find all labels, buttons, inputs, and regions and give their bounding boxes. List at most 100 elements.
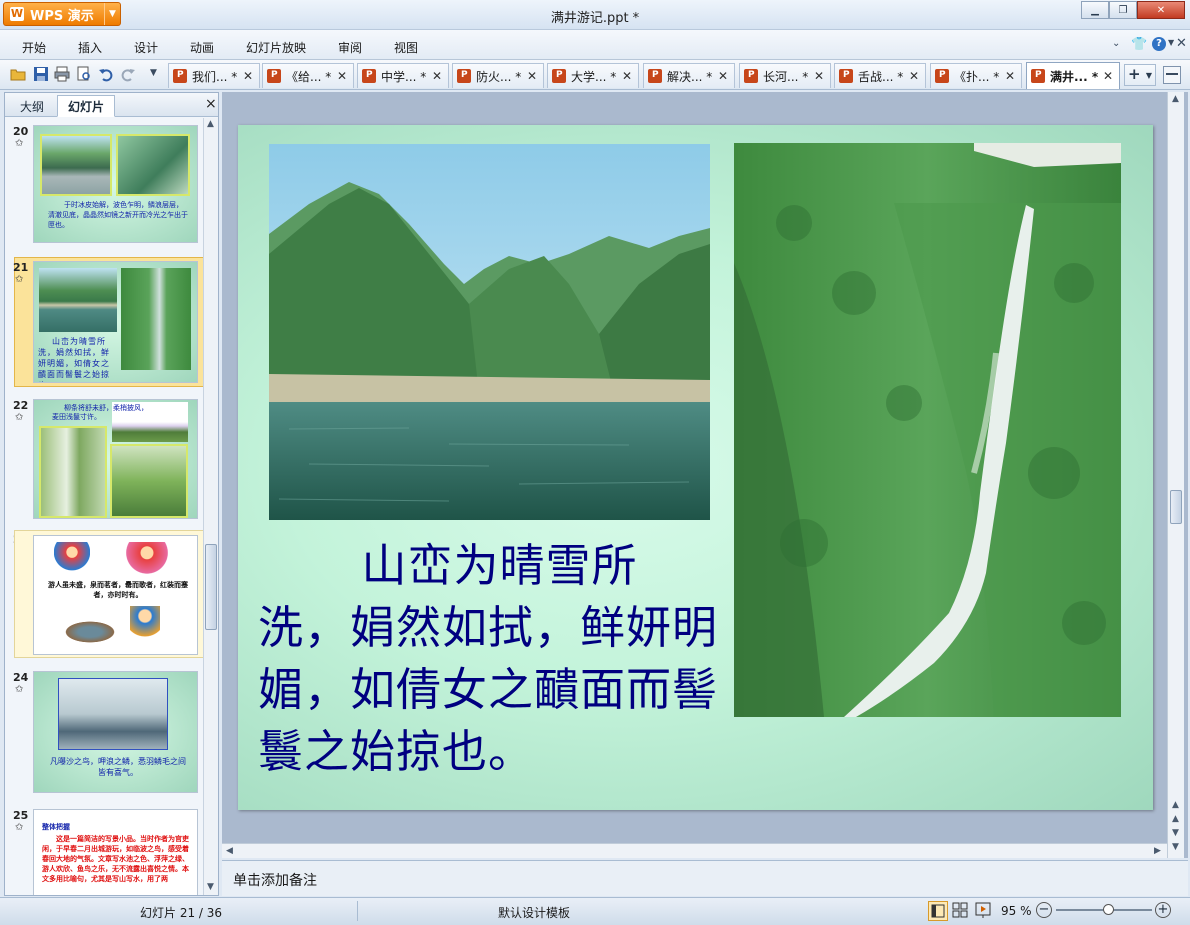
zoom-in-button[interactable]: + <box>1155 902 1171 918</box>
tab-outline[interactable]: 大纲 <box>9 95 55 117</box>
menu-review[interactable]: 审阅 <box>338 39 362 56</box>
normal-view-button[interactable] <box>928 901 948 921</box>
close-icon[interactable]: ✕ <box>814 69 824 83</box>
menu-icon <box>1166 73 1178 75</box>
scroll-right-icon[interactable]: ▶ <box>1154 846 1161 856</box>
doc-tab[interactable]: 中学... * ✕ <box>357 63 449 88</box>
menu-slideshow[interactable]: 幻灯片放映 <box>246 39 306 56</box>
doc-tab[interactable]: 舌战... * ✕ <box>834 63 926 88</box>
thumbnail-heading: 整体把握 <box>42 823 70 831</box>
slide-number: 21 <box>13 261 29 274</box>
scroll-up-icon[interactable]: ▲ <box>207 119 214 129</box>
doc-tab-label: 解决... * <box>667 69 713 84</box>
ppt-file-icon <box>744 69 758 83</box>
close-icon[interactable]: ✕ <box>909 69 919 83</box>
ppt-file-icon <box>1031 69 1045 83</box>
template-name[interactable]: 默认设计模板 <box>498 904 570 921</box>
scroll-down-icon[interactable]: ▼ <box>207 882 214 892</box>
notes-placeholder[interactable]: 单击添加备注 <box>233 870 317 890</box>
doc-tab[interactable]: 大学... * ✕ <box>547 63 639 88</box>
waterfall-photo[interactable] <box>734 143 1121 717</box>
close-icon[interactable]: ✕ <box>337 69 347 83</box>
zoom-out-button[interactable]: − <box>1036 902 1052 918</box>
menu-home[interactable]: 开始 <box>22 39 46 56</box>
ppt-file-icon <box>648 69 662 83</box>
doc-tab[interactable]: 长河... * ✕ <box>739 63 831 88</box>
help-dropdown-icon[interactable]: ▼ <box>1168 38 1174 47</box>
menu-view[interactable]: 视图 <box>394 39 418 56</box>
main-horizontal-scrollbar[interactable]: ◀ ▶ <box>222 843 1167 858</box>
minimize-button[interactable]: ▁ <box>1081 1 1109 19</box>
animation-star-icon: ✩ <box>15 138 24 149</box>
menu-animation[interactable]: 动画 <box>190 39 214 56</box>
thumbnail-scrollbar[interactable]: ▲ ▼ <box>203 118 218 895</box>
new-tab-button[interactable]: + ▼ <box>1124 64 1156 86</box>
print-icon[interactable] <box>54 66 70 82</box>
redo-icon[interactable] <box>120 66 136 82</box>
status-bar: 幻灯片 21 / 36 默认设计模板 95 % − + <box>0 897 1190 925</box>
tab-list-button[interactable] <box>1163 66 1181 84</box>
plus-icon: + <box>1128 65 1141 83</box>
open-folder-icon[interactable] <box>10 66 26 82</box>
mountain-lake-photo[interactable] <box>269 144 710 520</box>
help-icon[interactable]: ? <box>1152 37 1166 51</box>
thumbnail-text: 山峦为晴雪所洗，娟然如拭，鲜妍明媚，如倩女之靧面而髻鬟之始掠也。 <box>38 337 110 382</box>
slide-thumbnail[interactable]: 整体把握 这是一篇简洁的写景小品。当时作者为官吏闲，于早春二月出城游玩，如临波之… <box>33 809 198 895</box>
print-preview-icon[interactable] <box>76 66 92 82</box>
doc-tab-label: 满井... * <box>1050 69 1099 84</box>
title-bar: W WPS 演示 ▼ 满井游记.ppt * ▁ ❐ ✕ <box>0 0 1190 30</box>
scroll-thumb[interactable] <box>1170 490 1182 524</box>
menu-insert[interactable]: 插入 <box>78 39 102 56</box>
scroll-up-icon[interactable]: ▲ <box>1172 814 1179 824</box>
scroll-left-icon[interactable]: ◀ <box>226 846 233 856</box>
scroll-down-icon[interactable]: ▼ <box>1172 842 1179 852</box>
scroll-up-icon[interactable]: ▲ <box>1172 800 1179 810</box>
slide-canvas[interactable]: 山峦为晴雪所洗，娟然如拭，鲜妍明媚，如倩女之靧面而髻鬟之始掠也。 <box>238 125 1153 810</box>
close-icon[interactable]: ✕ <box>527 69 537 83</box>
zoom-slider-track[interactable] <box>1056 904 1152 915</box>
slide-thumbnail[interactable]: 于时冰皮始解，波色乍明，鳞浪层层，清澈见底，晶晶然如镜之新开而冷光之乍出于匣也。 <box>33 125 198 243</box>
figure-illustration <box>54 542 90 576</box>
close-window-button[interactable]: ✕ <box>1137 1 1185 19</box>
slide-sorter-button[interactable] <box>951 901 971 921</box>
doc-tab[interactable]: 《给... * ✕ <box>262 63 354 88</box>
close-icon[interactable]: ✕ <box>243 69 253 83</box>
maximize-icon: ❐ <box>1118 4 1128 16</box>
close-icon[interactable]: ✕ <box>1005 69 1015 83</box>
close-icon[interactable]: ✕ <box>432 69 442 83</box>
slide-thumbnail[interactable]: 游人虽未盛，泉而茗者，罍而歌者，红装而蹇者，亦时时有。 <box>33 535 198 655</box>
close-icon[interactable]: ✕ <box>718 69 728 83</box>
doc-tab[interactable]: 解决... * ✕ <box>643 63 735 88</box>
slide-thumbnail[interactable]: 柳条将舒未舒，柔梢披风，麦田浅鬣寸许。 <box>33 399 198 519</box>
doc-tab[interactable]: 我们... * ✕ <box>168 63 260 88</box>
doc-tab-label: 大学... * <box>571 69 617 84</box>
ribbon-collapse-icon[interactable]: ⌄ <box>1112 38 1120 49</box>
doc-tab-active[interactable]: 满井... * ✕ <box>1026 62 1120 89</box>
scroll-up-icon[interactable]: ▲ <box>1172 94 1179 104</box>
slideshow-button[interactable] <box>974 901 994 921</box>
customize-toolbar-icon[interactable]: ▼ <box>150 68 157 78</box>
slides-panel: 大纲 幻灯片 × 20 ✩ 于时冰皮始解，波色乍明，鳞浪层层，清澈见底，晶晶然如… <box>4 92 219 896</box>
slide-thumbnail[interactable]: 山峦为晴雪所洗，娟然如拭，鲜妍明媚，如倩女之靧面而髻鬟之始掠也。 <box>33 261 198 383</box>
save-icon[interactable] <box>33 66 49 82</box>
panel-close-icon[interactable]: × <box>205 96 217 112</box>
zoom-slider-thumb[interactable] <box>1102 904 1114 915</box>
slide-body-text[interactable]: 山峦为晴雪所洗，娟然如拭，鲜妍明媚，如倩女之靧面而髻鬟之始掠也。 <box>258 535 718 783</box>
slide-thumbnail[interactable]: 凡曝沙之鸟，呷浪之鳞，悉羽鳞毛之间皆有喜气。 <box>33 671 198 793</box>
close-icon[interactable]: ✕ <box>1103 69 1113 83</box>
doc-tab[interactable]: 《扑... * ✕ <box>930 63 1022 88</box>
menu-design[interactable]: 设计 <box>134 39 158 56</box>
main-vertical-scrollbar[interactable]: ▲ ▲ ▲ ▼ ▼ <box>1167 92 1184 858</box>
doc-tab[interactable]: 防火... * ✕ <box>452 63 544 88</box>
skin-shirt-icon[interactable]: 👕 <box>1131 37 1147 52</box>
scroll-down-icon[interactable]: ▼ <box>1172 828 1179 838</box>
minimize-icon: ▁ <box>1091 4 1099 16</box>
close-icon[interactable]: ✕ <box>622 69 632 83</box>
close-icon: ✕ <box>1156 4 1166 16</box>
scroll-thumb[interactable] <box>205 544 217 630</box>
tab-slides[interactable]: 幻灯片 <box>57 95 116 117</box>
undo-icon[interactable] <box>98 66 114 82</box>
maximize-button[interactable]: ❐ <box>1109 1 1137 19</box>
notes-pane[interactable]: 单击添加备注 <box>222 860 1188 896</box>
ribbon-close-icon[interactable]: ✕ <box>1176 36 1187 51</box>
